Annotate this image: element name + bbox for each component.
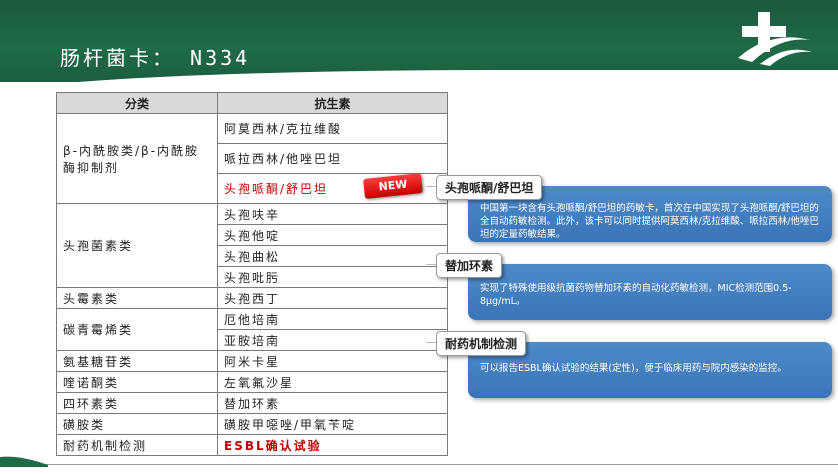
antibiotic-cell: 哌拉西林/他唑巴坦: [217, 143, 448, 174]
feature-card-text: 可以报告ESBL确认试验的结果(定性)，便于临床用药与院内感染的监控。: [480, 363, 787, 374]
antibiotic-cell: 头孢曲松: [217, 245, 448, 267]
table-row: 磺胺类 磺胺甲噁唑/甲氧苄啶: [56, 413, 448, 435]
category-cell: 氨基糖苷类: [56, 350, 218, 372]
category-cell: 头霉素类: [56, 287, 218, 309]
antibiotic-cell: 亚胺培南: [217, 329, 448, 351]
feature-card-text: 中国第一块含有头孢哌酮/舒巴坦的药敏卡，首次在中国实现了头孢哌酮/舒巴坦的全自动…: [480, 203, 819, 240]
antibiotic-cell: 头孢他啶: [217, 224, 448, 246]
category-cell: 四环素类: [56, 392, 218, 414]
table-row: 耐药机制检测 ESBL确认试验: [56, 434, 448, 456]
antibiotic-cell: 磺胺甲噁唑/甲氧苄啶: [217, 413, 448, 435]
antibiotic-cell: 阿米卡星: [217, 350, 448, 372]
table-row: 头孢菌素类 头孢呋辛: [56, 203, 448, 288]
page-title: 肠杆菌卡： N334: [60, 46, 251, 70]
category-cell: 耐药机制检测: [56, 434, 218, 456]
hospital-logo-icon: [738, 12, 812, 66]
footer-divider: [0, 464, 838, 465]
col-header-category: 分类: [56, 92, 218, 114]
antibiotic-cell: 头孢吡肟: [217, 266, 448, 288]
category-cell: 喹诺酮类: [56, 371, 218, 393]
feature-card-label: 头孢哌酮/舒巴坦: [436, 175, 543, 200]
feature-card-label: 耐药机制检测: [436, 331, 527, 356]
category-cell: 磺胺类: [56, 413, 218, 435]
col-header-antibiotic: 抗生素: [217, 92, 448, 114]
table-row: 喹诺酮类 左氧氟沙星: [56, 371, 448, 393]
table-row: 碳青霉烯类 厄他培南: [56, 308, 448, 351]
table-row: 头霉素类 头孢西丁: [56, 287, 448, 309]
category-cell: 头孢菌素类: [56, 203, 218, 288]
antibiotic-cell-highlight: ESBL确认试验: [217, 434, 448, 456]
table-row: β-内酰胺类/β-内酰胺酶抑制剂 阿莫西林/克拉维酸: [56, 113, 448, 204]
category-cell: 碳青霉烯类: [56, 308, 218, 351]
category-cell: β-内酰胺类/β-内酰胺酶抑制剂: [56, 113, 218, 204]
feature-card-label: 替加环素: [436, 253, 503, 278]
table-row: 四环素类 替加环素: [56, 392, 448, 414]
feature-card-tigecycline: 实现了特殊使用级抗菌药物替加环素的自动化药敏检测，MIC检测范围0.5-8μg/…: [468, 264, 832, 320]
antibiotic-table: 分类 抗生素 β-内酰胺类/β-内酰胺酶抑制剂 阿莫西林/克拉维酸 哌拉西林/他…: [56, 92, 448, 456]
antibiotic-cell: 阿莫西林/克拉维酸: [217, 113, 448, 144]
table-row: 氨基糖苷类 阿米卡星: [56, 350, 448, 372]
antibiotic-cell: 厄他培南: [217, 308, 448, 330]
feature-card-text: 实现了特殊使用级抗菌药物替加环素的自动化药敏检测，MIC检测范围0.5-8μg/…: [480, 283, 792, 307]
footer-decoration-icon: [0, 456, 48, 467]
antibiotic-cell: 头孢西丁: [217, 287, 448, 309]
antibiotic-cell: 左氧氟沙星: [217, 371, 448, 393]
antibiotic-cell: 头孢呋辛: [217, 203, 448, 225]
table-header-row: 分类 抗生素: [56, 92, 448, 114]
antibiotic-cell: 替加环素: [217, 392, 448, 414]
